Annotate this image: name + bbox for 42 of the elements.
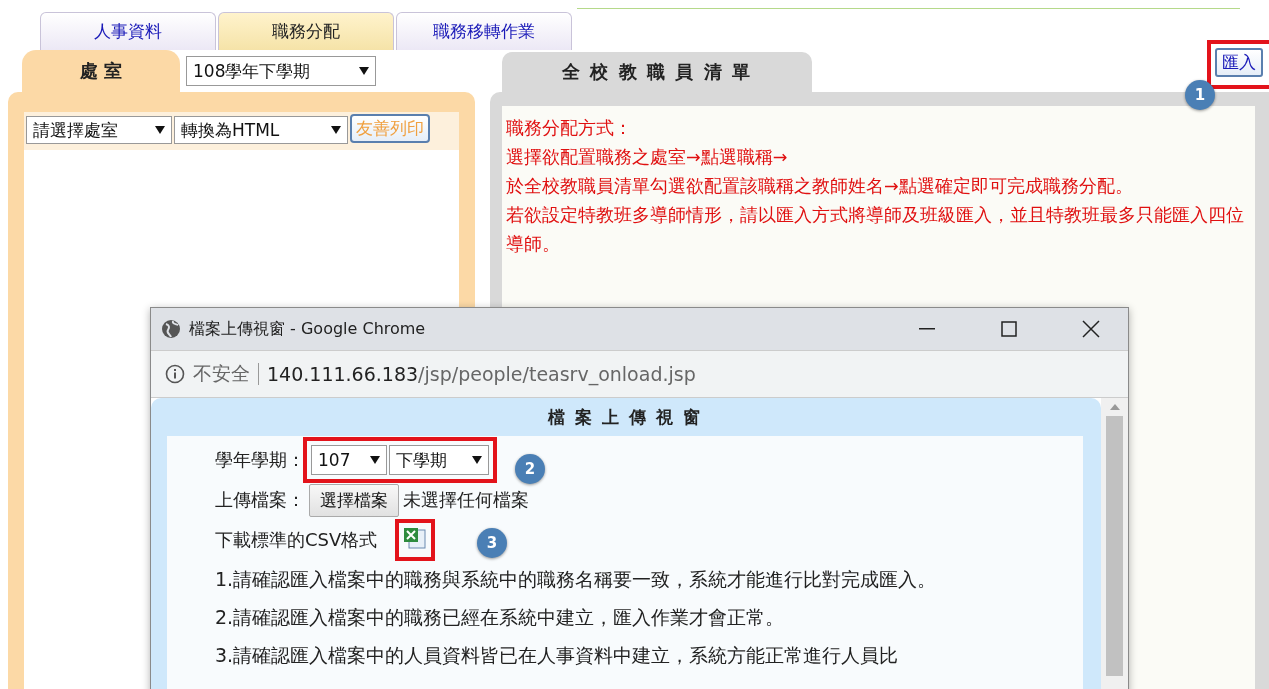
step-badge: 2 — [515, 454, 545, 484]
window-title: 檔案上傳視窗 - Google Chrome — [189, 318, 427, 340]
caret-icon — [370, 456, 380, 464]
instruction-text: 若欲設定特教班多導師情形，請以匯入方式將導師及班級匯入，並且特教班最多只能匯入四位導師。 — [506, 204, 1245, 256]
spreadsheet-icon[interactable] — [403, 527, 428, 549]
instruction-text: 職務分配方式： — [506, 117, 633, 140]
csv-label: 下載標準的CSV格式 — [215, 528, 378, 552]
nav-tab[interactable]: 職務移轉作業 — [396, 12, 572, 50]
term-select[interactable]: 108學年下學期 — [186, 56, 376, 86]
note-text: 1.請確認匯入檔案中的職務與系統中的職務名稱要一致，系統才能進行比對完成匯入。 — [215, 567, 938, 592]
field-label: 學年學期： — [215, 448, 305, 472]
step-badge: 3 — [477, 528, 507, 558]
dialog-heading: 檔 案 上 傳 視 窗 — [547, 405, 703, 429]
minimize-icon — [919, 328, 935, 330]
info-icon — [165, 364, 185, 384]
office-select[interactable]: 請選擇處室 — [26, 116, 172, 144]
maximize-icon — [1001, 321, 1017, 337]
caret-icon — [359, 67, 369, 75]
security-label: 不安全 — [193, 361, 250, 386]
instruction-text: 於全校教職員清單勾選欲配置該職稱之教師姓名→點選確定即可完成職務分配。 — [506, 175, 1134, 198]
globe-icon — [161, 319, 181, 339]
close-icon — [1082, 320, 1100, 338]
file-status: 未選擇任何檔案 — [403, 488, 529, 512]
caret-icon — [155, 126, 165, 134]
step-badge: 1 — [1185, 80, 1215, 110]
scrollbar[interactable] — [1101, 398, 1128, 689]
field-label: 上傳檔案： — [215, 488, 305, 512]
scroll-up-icon[interactable] — [1109, 404, 1120, 410]
choose-file-button[interactable]: 選擇檔案 — [309, 483, 399, 517]
nav-tab[interactable]: 職務分配 — [218, 12, 394, 50]
import-button[interactable]: 匯入 — [1215, 48, 1263, 77]
caret-icon — [472, 456, 482, 464]
caret-icon — [331, 126, 341, 134]
nav-tab[interactable]: 人事資料 — [40, 12, 216, 50]
highlight-frame — [395, 519, 436, 561]
instruction-text: 選擇欲配置職務之處室→點選職稱→ — [506, 146, 789, 169]
note-text: 3.請確認匯入檔案中的人員資料皆已在人事資料中建立，系統方能正常進行人員比 — [215, 643, 900, 668]
year-select[interactable]: 107 — [311, 445, 387, 475]
note-text: 2.請確認匯入檔案中的職務已經在系統中建立，匯入作業才會正常。 — [215, 605, 786, 630]
address-url[interactable]: 140.111.66.183/jsp/people/teasrv_onload.jsp — [267, 363, 696, 385]
semester-select[interactable]: 下學期 — [389, 445, 489, 475]
format-select[interactable]: 轉換為HTML — [174, 116, 348, 144]
